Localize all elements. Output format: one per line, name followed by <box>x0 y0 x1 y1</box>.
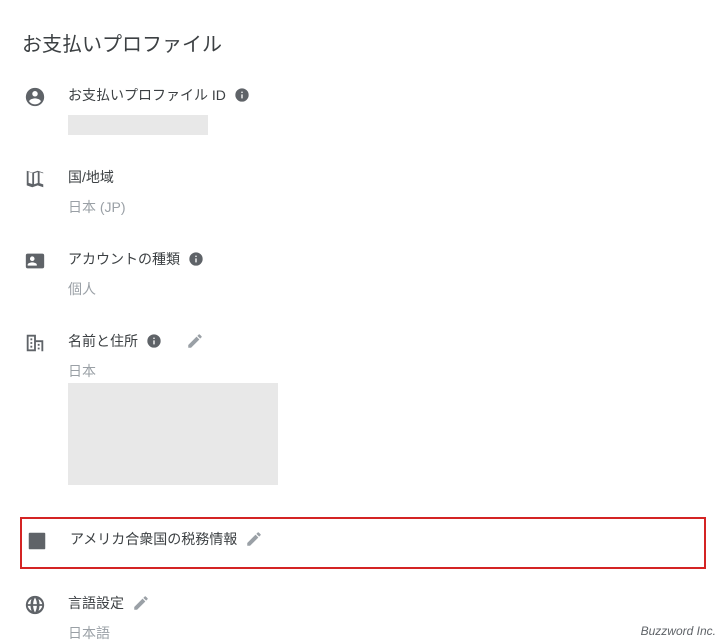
name-address-redacted <box>68 383 278 485</box>
account-type-value: 個人 <box>68 279 706 299</box>
edit-icon[interactable] <box>132 594 150 612</box>
building-icon <box>24 332 46 359</box>
country-section: 国/地域 日本 (JP) <box>22 167 706 217</box>
name-address-country: 日本 <box>68 361 706 381</box>
account-type-label: アカウントの種類 <box>68 249 180 269</box>
tax-info-label: アメリカ合衆国の税務情報 <box>70 529 237 549</box>
badge-icon <box>24 250 46 277</box>
document-icon <box>26 530 48 557</box>
info-icon[interactable] <box>234 87 250 103</box>
country-value: 日本 (JP) <box>68 197 706 217</box>
language-value: 日本語 <box>68 623 706 643</box>
footer-brand: Buzzword Inc. <box>641 624 716 638</box>
profile-id-label: お支払いプロファイル ID <box>68 85 226 105</box>
profile-id-value-redacted <box>68 115 208 135</box>
name-address-section: 名前と住所 日本 <box>22 331 706 485</box>
info-icon[interactable] <box>188 251 204 267</box>
map-icon <box>24 168 46 195</box>
person-icon <box>24 86 46 113</box>
globe-icon <box>24 594 46 621</box>
edit-icon[interactable] <box>186 332 204 350</box>
profile-id-section: お支払いプロファイル ID <box>22 85 706 135</box>
tax-info-section[interactable]: アメリカ合衆国の税務情報 <box>24 529 692 557</box>
account-type-section: アカウントの種類 個人 <box>22 249 706 299</box>
name-address-label: 名前と住所 <box>68 331 138 351</box>
language-label: 言語設定 <box>68 593 124 613</box>
country-label: 国/地域 <box>68 167 114 187</box>
language-section: 言語設定 日本語 <box>22 593 706 643</box>
info-icon[interactable] <box>146 333 162 349</box>
tax-info-highlight: アメリカ合衆国の税務情報 <box>20 517 706 569</box>
page-title: お支払いプロファイル <box>22 28 706 57</box>
edit-icon[interactable] <box>245 530 263 548</box>
